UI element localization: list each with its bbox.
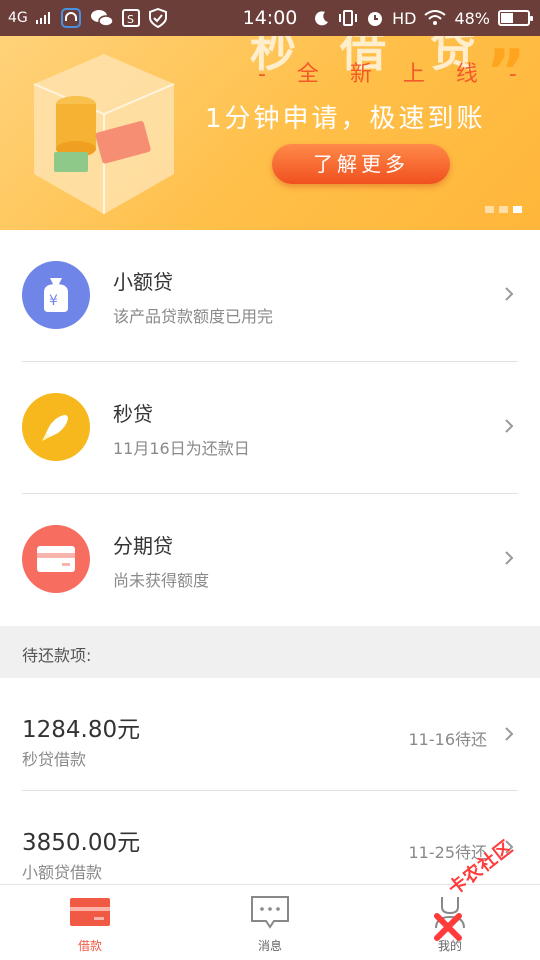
safe-box-illustration [33, 54, 175, 214]
chevron-right-icon [505, 727, 514, 741]
product-installment-loan[interactable]: 分期贷 尚未获得额度 [0, 494, 540, 625]
watermark-logo-icon [434, 913, 462, 941]
learn-more-button[interactable]: 了解更多 [272, 144, 450, 184]
tab-label: 消息 [257, 939, 282, 953]
due-item[interactable]: 1284.80元 秒贷借款 11-16待还 [0, 678, 540, 790]
due-date: 11-16待还 [408, 730, 488, 749]
product-desc: 该产品贷款额度已用完 [113, 307, 274, 326]
pending-section-header: 待还款项: [0, 626, 540, 678]
due-amount: 1284.80元 [22, 717, 141, 743]
due-name: 小额贷借款 [22, 863, 103, 882]
chevron-right-icon [505, 551, 514, 565]
product-name: 小额贷 [113, 270, 173, 294]
banner-headline: 1分钟申请，极速到账 [205, 104, 486, 134]
battery-percent: 48% [454, 8, 490, 28]
tab-label: 借款 [77, 939, 102, 953]
product-instant-loan[interactable]: 秒贷 11月16日为还款日 [0, 362, 540, 493]
product-name: 秒贷 [113, 402, 153, 426]
carousel-dot[interactable] [499, 206, 508, 213]
chevron-right-icon [505, 419, 514, 433]
hd-label: HD [392, 8, 417, 28]
alarm-icon [366, 9, 384, 27]
battery-icon [498, 10, 533, 26]
money-bag-icon: ¥ [22, 261, 90, 329]
borrow-icon [70, 898, 110, 926]
moon-icon [314, 10, 330, 26]
vibrate-icon [338, 9, 358, 27]
message-icon [251, 896, 289, 929]
wifi-icon [424, 10, 447, 26]
section-title: 待还款项: [22, 646, 92, 665]
promo-banner[interactable]: 秒 借 贷 ” - 全 新 上 线 - 1分钟申请，极速到账 了解更多 [0, 36, 540, 230]
due-amount: 3850.00元 [22, 830, 141, 856]
banner-subtitle: - 全 新 上 线 - [258, 62, 529, 87]
carousel-indicator [485, 206, 522, 213]
product-small-loan[interactable]: ¥ 小额贷 该产品贷款额度已用完 [0, 230, 540, 361]
status-right: HD 48% [314, 0, 533, 36]
tab-messages[interactable]: 消息 [180, 885, 360, 960]
tab-borrow[interactable]: 借款 [0, 885, 180, 960]
product-desc: 11月16日为还款日 [113, 439, 250, 458]
rocket-icon [22, 393, 90, 461]
status-bar: 4G S 14:00 HD 48% [0, 0, 540, 36]
carousel-dot[interactable] [485, 206, 494, 213]
due-name: 秒贷借款 [22, 750, 87, 769]
carousel-dot-active[interactable] [513, 206, 522, 213]
product-desc: 尚未获得额度 [113, 571, 210, 590]
svg-text:¥: ¥ [49, 293, 58, 309]
chevron-right-icon [505, 287, 514, 301]
product-name: 分期贷 [113, 534, 173, 558]
card-icon [22, 525, 90, 593]
